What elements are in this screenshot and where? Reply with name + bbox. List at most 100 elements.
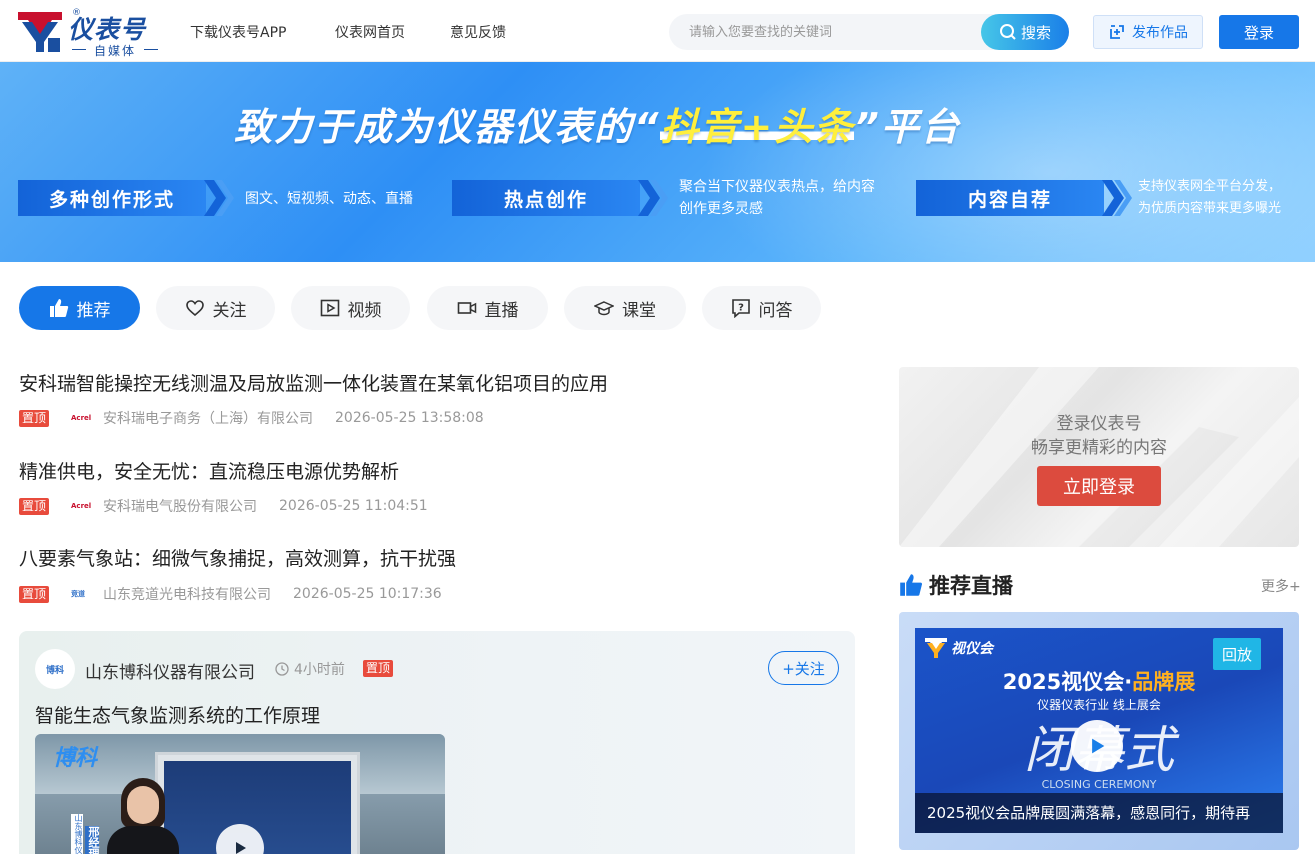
banner-title-pre: 致力于成为仪器仪表的“: [234, 105, 661, 149]
post-time: 4小时前: [275, 659, 345, 679]
article-title[interactable]: 安科瑞智能操控无线测温及局放监测一体化装置在某氧化铝项目的应用: [19, 369, 608, 396]
play-icon: [1092, 738, 1105, 754]
tab-follow[interactable]: 关注: [156, 286, 275, 330]
post-time-label: 4小时前: [294, 662, 345, 678]
svg-text:?: ?: [738, 303, 744, 314]
logo-subtitle: 自媒体: [70, 42, 160, 59]
live-headline-pre: 2025视仪会·: [1002, 670, 1133, 694]
chevron-right-icon: [204, 180, 234, 216]
tab-recommend-label: 推荐: [76, 300, 111, 321]
live-stream-card[interactable]: 视仪会 回放 2025视仪会·品牌展 仪器仪表行业 线上展会 闭幕式 CLOSI…: [899, 612, 1299, 850]
pinned-badge: 置顶: [19, 497, 50, 515]
live-ceremony-label: CLOSING CEREMONY: [1041, 778, 1157, 791]
camera-icon: [457, 302, 476, 314]
pinned-badge: 置顶: [363, 660, 394, 677]
play-icon: [236, 842, 246, 854]
question-icon: ?: [731, 299, 750, 318]
nav-download-app[interactable]: 下载仪表号APP: [190, 22, 286, 42]
follow-button[interactable]: +关注: [768, 651, 839, 685]
tab-live-label: 直播: [484, 300, 519, 321]
banner-chip-hot-desc: 聚合当下仪器仪表热点，给内容 创作更多灵感: [679, 176, 875, 220]
source-logo: Acrel: [71, 502, 92, 510]
search-input[interactable]: [689, 14, 979, 50]
banner-chip-hot-desc-line1: 聚合当下仪器仪表热点，给内容: [679, 179, 875, 195]
search-button[interactable]: 搜索: [981, 14, 1069, 50]
chevron-right-icon: [638, 180, 668, 216]
video-play-icon: [320, 299, 339, 317]
thumb-person-face: [127, 786, 159, 824]
tab-video[interactable]: 视频: [291, 286, 410, 330]
avatar[interactable]: 博科: [35, 649, 75, 689]
banner-chip-recommend-desc-line1: 支持仪表网全平台分发，: [1138, 179, 1282, 194]
pinned-badge: 置顶: [19, 585, 50, 603]
banner-chip-recommend: 内容自荐: [916, 180, 1104, 216]
live-section-label: 推荐直播: [929, 574, 1013, 598]
live-logo-text: 视仪会: [951, 641, 993, 657]
article-title[interactable]: 八要素气象站：细微气象捕捉，高效测算，抗干扰强: [19, 544, 456, 571]
source-logo: Acrel: [71, 414, 92, 422]
article-date: 2026-05-25 13:58:08: [335, 410, 484, 426]
pinned-badge: 置顶: [19, 409, 50, 427]
banner-chip-forms-desc: 图文、短视频、动态、直播: [245, 191, 413, 207]
logo-mark-icon: [925, 638, 947, 658]
banner-chip-recommend-desc-line2: 为优质内容带来更多曝光: [1138, 201, 1282, 216]
nav-feedback[interactable]: 意见反馈: [450, 22, 506, 42]
nav-home[interactable]: 仪表网首页: [335, 22, 405, 42]
login-button[interactable]: 登录: [1219, 15, 1299, 49]
promo-banner[interactable]: 致力于成为仪器仪表的“抖音+头条”平台 多种创作形式 图文、短视频、动态、直播 …: [0, 62, 1315, 262]
tab-classroom[interactable]: 课堂: [564, 286, 686, 330]
video-title[interactable]: 智能生态气象监测系统的工作原理: [35, 701, 320, 728]
logo-mark-icon: [18, 12, 62, 52]
author-name[interactable]: 山东博科仪器有限公司: [85, 658, 255, 683]
tab-recommend[interactable]: 推荐: [19, 286, 140, 330]
banner-title-highlight: 抖音+头条: [660, 105, 855, 149]
article-meta: 置顶 竞道 山东竞道光电科技有限公司 2026-05-25 10:17:36: [19, 584, 442, 604]
banner-chip-hot-desc-line2: 创作更多灵感: [679, 201, 763, 217]
live-thumbnail: 视仪会 回放 2025视仪会·品牌展 仪器仪表行业 线上展会 闭幕式 CLOSI…: [915, 628, 1283, 833]
login-now-button[interactable]: 立即登录: [1037, 466, 1161, 506]
tab-qa[interactable]: ? 问答: [702, 286, 821, 330]
thumb-tag: 邢经理: [85, 826, 100, 854]
live-caption: 2025视仪会品牌展圆满落幕，感恩同行，期待再: [915, 793, 1283, 833]
tab-follow-label: 关注: [212, 300, 247, 321]
graduation-cap-icon: [594, 301, 614, 316]
logo-title: 仪表号: [68, 15, 147, 44]
live-headline: 2025视仪会·品牌展: [915, 666, 1283, 696]
article-source[interactable]: 安科瑞电气股份有限公司: [103, 496, 257, 516]
banner-chip-hot: 热点创作: [452, 180, 640, 216]
banner-chip-recommend-desc: 支持仪表网全平台分发， 为优质内容带来更多曝光: [1138, 176, 1281, 220]
site-logo[interactable]: ® 仪表号 自媒体: [18, 8, 160, 59]
publish-icon: [1110, 25, 1124, 39]
thumb-person-body: [107, 826, 179, 854]
video-thumbnail[interactable]: 博科 山东博科仪 邢经理: [35, 734, 445, 854]
chevron-right-icon: [1102, 180, 1132, 216]
article-meta: 置顶 Acrel 安科瑞电气股份有限公司 2026-05-25 11:04:51: [19, 496, 428, 516]
live-play-button[interactable]: [1071, 720, 1123, 772]
tab-qa-label: 问答: [758, 300, 793, 321]
banner-title: 致力于成为仪器仪表的“抖音+头条”平台: [234, 96, 961, 151]
search-bar: 搜索: [669, 14, 1069, 50]
thumbs-up-icon: [49, 299, 68, 317]
article-title[interactable]: 精准供电，安全无忧：直流稳压电源优势解析: [19, 457, 399, 484]
thumbs-up-icon: [900, 574, 923, 596]
article-source[interactable]: 山东竞道光电科技有限公司: [103, 584, 271, 604]
source-logo: 竞道: [71, 590, 86, 598]
heart-icon: [185, 300, 204, 317]
article-source[interactable]: 安科瑞电子商务（上海）有限公司: [103, 408, 313, 428]
video-post-card: 博科 山东博科仪器有限公司 4小时前 置顶 +关注 智能生态气象监测系统的工作原…: [19, 631, 855, 854]
live-section-title: 推荐直播: [899, 570, 1013, 600]
login-prompt-card: 登录仪表号 畅享更精彩的内容 立即登录: [899, 367, 1299, 547]
search-icon: [999, 24, 1016, 40]
live-logo: 视仪会: [925, 638, 993, 658]
tab-live[interactable]: 直播: [427, 286, 548, 330]
article-date: 2026-05-25 11:04:51: [279, 498, 428, 514]
banner-title-post: ”平台: [854, 105, 961, 149]
login-prompt-line1: 登录仪表号: [1056, 414, 1142, 434]
thumb-side-banner: 山东博科仪: [71, 814, 83, 854]
article-date: 2026-05-25 10:17:36: [293, 586, 442, 602]
publish-button[interactable]: 发布作品: [1093, 15, 1203, 49]
search-button-label: 搜索: [1020, 23, 1051, 42]
more-link[interactable]: 更多+: [1261, 576, 1301, 596]
login-prompt-line2: 畅享更精彩的内容: [1031, 438, 1167, 458]
tab-classroom-label: 课堂: [622, 300, 656, 321]
